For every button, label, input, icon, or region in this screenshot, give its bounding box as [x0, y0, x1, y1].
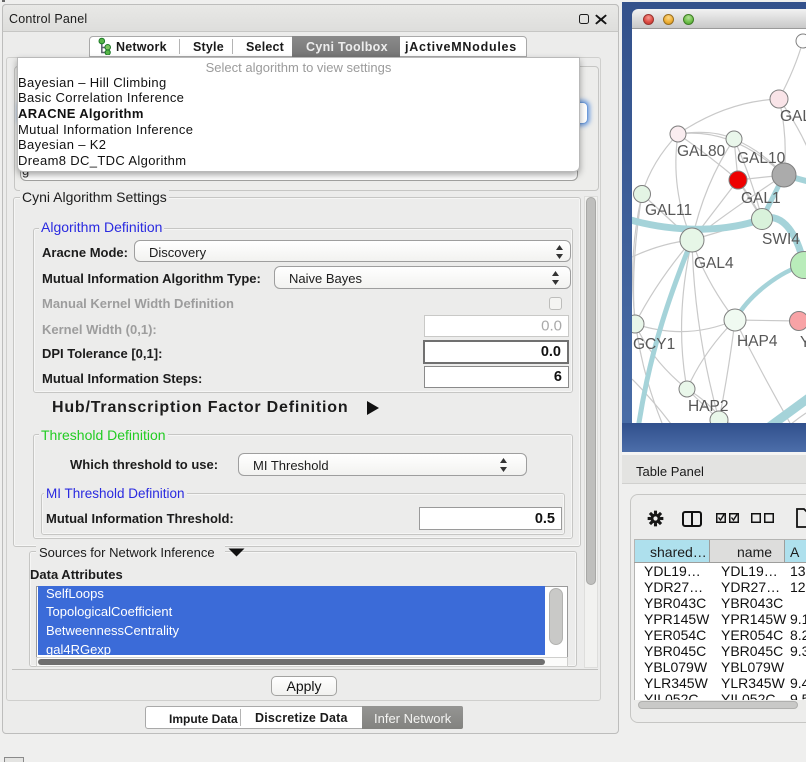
svg-text:GAL11: GAL11	[645, 202, 692, 219]
svg-text:GCY1: GCY1	[633, 336, 675, 353]
svg-text:YD: YD	[800, 334, 806, 351]
svg-text:HAP4: HAP4	[737, 333, 778, 350]
svg-text:GAL10: GAL10	[737, 150, 786, 167]
svg-text:GAL2: GAL2	[780, 108, 806, 125]
svg-text:GAL1: GAL1	[741, 190, 781, 207]
svg-text:HAP2: HAP2	[688, 398, 729, 415]
svg-text:GAL4: GAL4	[694, 255, 734, 272]
svg-text:SWI4: SWI4	[762, 231, 800, 248]
svg-text:GAL80: GAL80	[677, 143, 726, 160]
